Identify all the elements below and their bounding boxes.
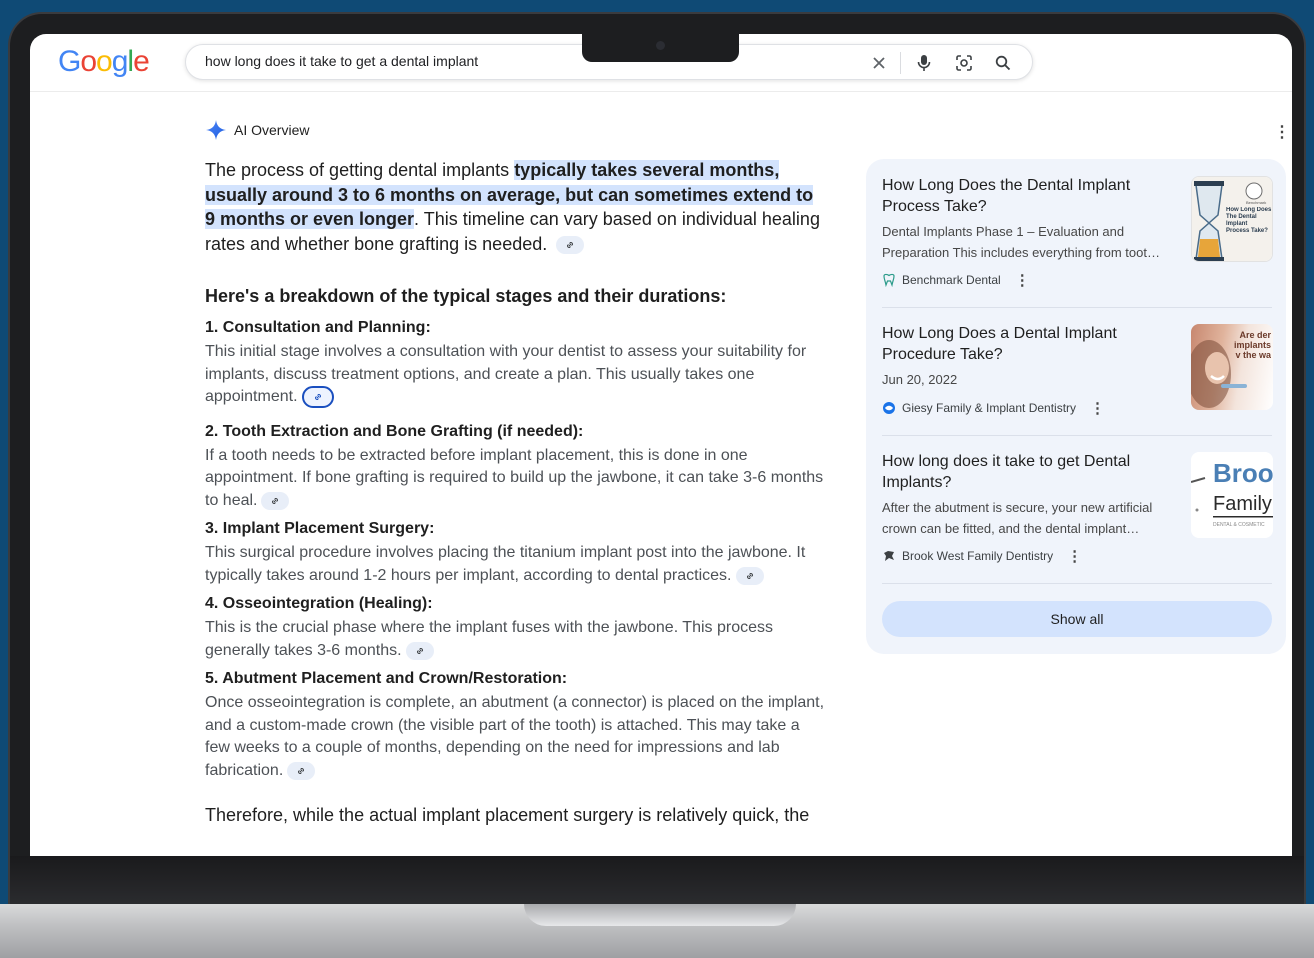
source-snippet: Dental Implants Phase 1 – Evaluation and… (882, 224, 1160, 260)
mic-icon[interactable] (913, 52, 935, 74)
step-title: 2. Tooth Extraction and Bone Grafting (i… (205, 422, 584, 440)
step-body-text: This is the crucial phase where the impl… (205, 619, 773, 659)
step-title: 1. Consultation and Planning: (205, 319, 431, 336)
source-name: Brook West Family Dentistry (902, 549, 1054, 563)
source-card[interactable]: How long does it take to get Dental Impl… (882, 452, 1273, 580)
link-icon[interactable] (405, 641, 434, 660)
thumb-line-3: DENTAL & COSMETIC (1213, 522, 1265, 528)
tooth-icon (884, 551, 894, 561)
ai-overview-label: AI Overview (234, 122, 310, 138)
ai-overview-header: AI Overview (206, 120, 309, 140)
close-icon[interactable] (868, 52, 890, 74)
ai-overview-answer: The process of getting dental implants t… (205, 158, 825, 826)
more-options-icon[interactable]: ⋮ (1015, 271, 1030, 289)
card-divider (882, 307, 1272, 308)
card-divider (882, 435, 1272, 436)
tooth-icon (883, 273, 895, 287)
source-snippet: After the abutment is secure, your new a… (882, 500, 1153, 536)
laptop-opening-lip (524, 904, 796, 926)
thumb-line-1: Broo (1213, 458, 1273, 488)
source-thumbnail[interactable]: Are der implants v the wa (1191, 324, 1273, 410)
step-body: This surgical procedure involves placing… (205, 542, 825, 587)
step-body-text: If a tooth needs to be extracted before … (205, 446, 824, 509)
source-name: Benchmark Dental (902, 273, 1001, 287)
link-icon[interactable] (301, 386, 334, 408)
source-card[interactable]: How Long Does the Dental Implant Process… (882, 176, 1273, 304)
step-title: 5. Abutment Placement and Crown/Restorat… (205, 670, 568, 688)
camera-notch (582, 32, 739, 62)
step-body: This initial stage involves a consultati… (205, 341, 825, 409)
more-options-icon[interactable]: ⋮ (1067, 547, 1082, 565)
more-options-icon[interactable]: ⋮ (1274, 122, 1290, 142)
show-all-button[interactable]: Show all (882, 601, 1272, 637)
source-card[interactable]: How Long Does a Dental Implant Procedure… (882, 324, 1273, 452)
source-name: Giesy Family & Implant Dentistry (902, 401, 1077, 415)
laptop-bezel (10, 856, 1304, 906)
globe-icon (883, 402, 895, 414)
source-title[interactable]: How long does it take to get Dental Impl… (882, 452, 1162, 493)
step-title: 4. Osseointegration (Healing): (205, 595, 433, 613)
source-date: Jun 20, 2022 (882, 372, 958, 387)
thumb-text: Are der implants v the wa (1233, 330, 1271, 360)
source-thumbnail[interactable]: Benchmark How Long Does The Dental Impla… (1191, 176, 1273, 262)
link-icon[interactable] (261, 491, 290, 510)
link-icon[interactable] (287, 761, 316, 780)
screen: Google AI Overview ⋮ Th (30, 34, 1292, 856)
thumb-text: How Long Does The Dental Implant Process… (1226, 207, 1272, 234)
intro-text: The process of getting dental implants (205, 160, 515, 180)
step-body-text: This surgical procedure involves placing… (205, 544, 806, 584)
camera-icon (656, 41, 665, 50)
sources-panel: How Long Does the Dental Implant Process… (866, 159, 1286, 654)
intro-paragraph: The process of getting dental implants t… (205, 158, 825, 256)
source-attribution: Giesy Family & Implant Dentistry ⋮ (882, 399, 1105, 417)
source-title[interactable]: How Long Does the Dental Implant Process… (882, 176, 1162, 217)
google-logo[interactable]: Google (58, 45, 150, 79)
step-title: 3. Implant Placement Surgery: (205, 520, 435, 538)
search-icon[interactable] (992, 52, 1014, 74)
card-divider (882, 583, 1272, 584)
step-body-text: This initial stage involves a consultati… (205, 343, 807, 406)
link-icon[interactable] (735, 566, 764, 585)
search-input[interactable] (205, 53, 845, 69)
search-divider (900, 52, 901, 74)
source-attribution: Benchmark Dental ⋮ (882, 271, 1030, 289)
link-icon[interactable] (556, 235, 585, 254)
source-attribution: Brook West Family Dentistry ⋮ (882, 547, 1082, 565)
breakdown-heading: Here's a breakdown of the typical stages… (205, 286, 727, 306)
step-body: This is the crucial phase where the impl… (205, 617, 825, 662)
step-body: If a tooth needs to be extracted before … (205, 445, 825, 513)
sparkle-icon (206, 120, 226, 140)
more-options-icon[interactable]: ⋮ (1090, 399, 1105, 417)
source-thumbnail[interactable]: Broo Family DENTAL & COSMETIC (1191, 452, 1273, 538)
source-title[interactable]: How Long Does a Dental Implant Procedure… (882, 324, 1162, 365)
lens-icon[interactable] (953, 52, 975, 74)
outro-paragraph: Therefore, while the actual implant plac… (205, 805, 810, 826)
thumb-logo: Benchmark (1246, 200, 1266, 205)
thumb-line-2: Family (1213, 493, 1272, 515)
step-body: Once osseointegration is complete, an ab… (205, 692, 825, 782)
